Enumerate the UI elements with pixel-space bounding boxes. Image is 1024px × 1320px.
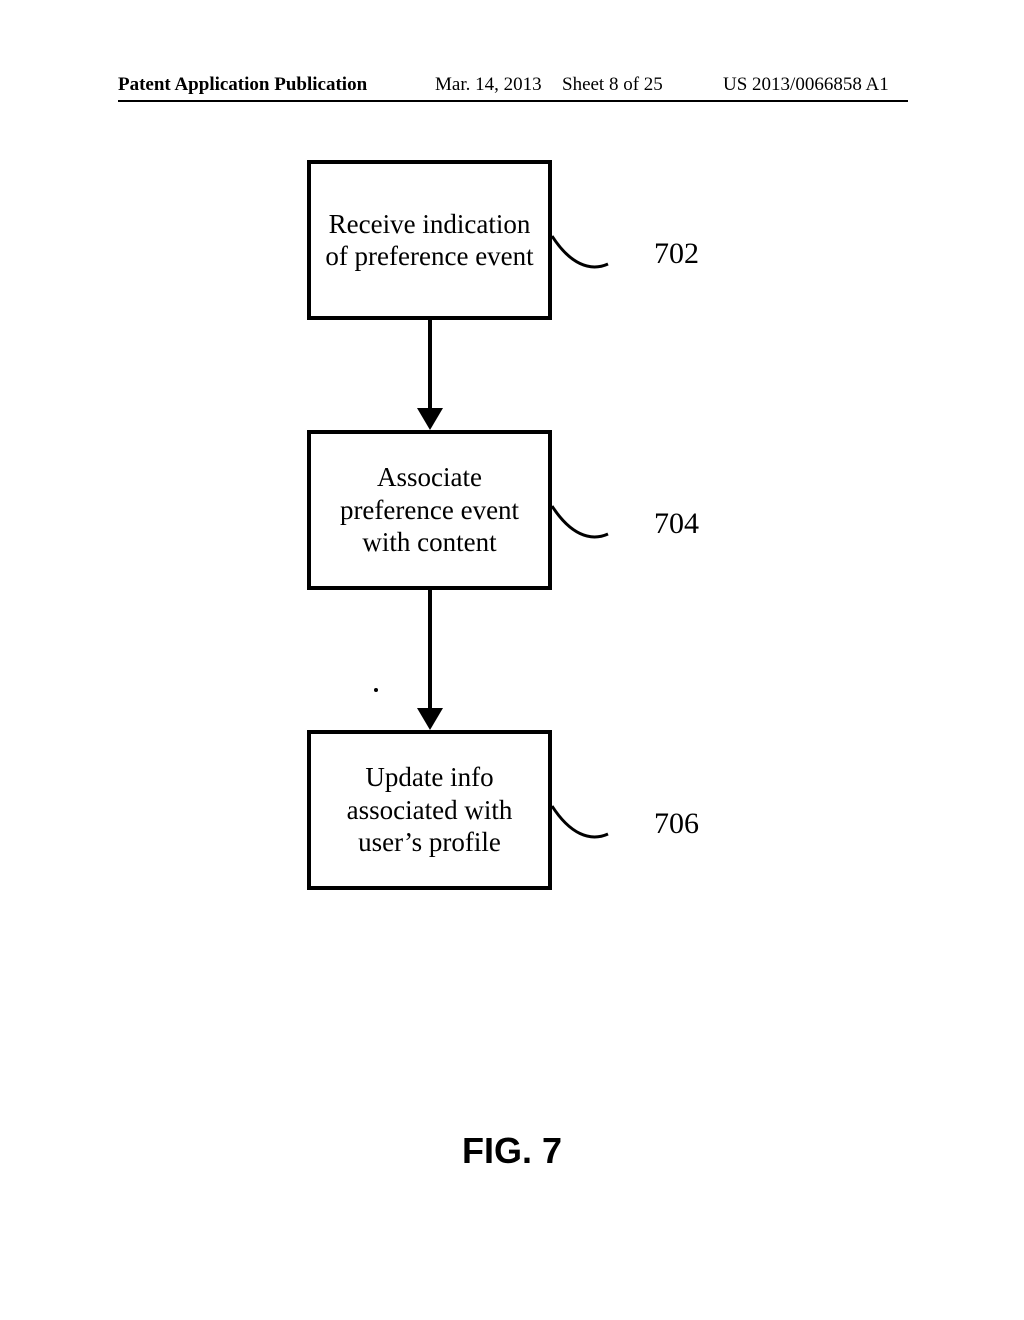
- header-id: US 2013/0066858 A1: [723, 74, 889, 96]
- flow-step-receive: Receive indication of preference event: [307, 160, 552, 320]
- reference-number: 704: [654, 507, 699, 541]
- header-publication: Patent Application Publication: [118, 74, 367, 96]
- stray-dot: [374, 688, 378, 692]
- reference-leader: [550, 234, 610, 280]
- reference-number: 702: [654, 237, 699, 271]
- flow-step-associate: Associate preference event with content: [307, 430, 552, 590]
- figure-label: FIG. 7: [0, 1130, 1024, 1172]
- flow-arrow: [428, 320, 432, 410]
- reference-leader: [550, 804, 610, 850]
- page: Patent Application Publication Mar. 14, …: [0, 0, 1024, 1320]
- header-rule: [118, 100, 908, 102]
- header-sheet: Sheet 8 of 25: [562, 74, 663, 96]
- flow-step-text: Update info associated with user’s profi…: [319, 761, 540, 858]
- flow-arrow: [428, 590, 432, 710]
- arrow-head-icon: [417, 408, 443, 430]
- flow-step-update: Update info associated with user’s profi…: [307, 730, 552, 890]
- reference-leader: [550, 504, 610, 550]
- flow-step-text: Associate preference event with content: [319, 461, 540, 558]
- flow-step-text: Receive indication of preference event: [319, 208, 540, 273]
- reference-number: 706: [654, 807, 699, 841]
- header-date: Mar. 14, 2013: [435, 74, 542, 96]
- arrow-head-icon: [417, 708, 443, 730]
